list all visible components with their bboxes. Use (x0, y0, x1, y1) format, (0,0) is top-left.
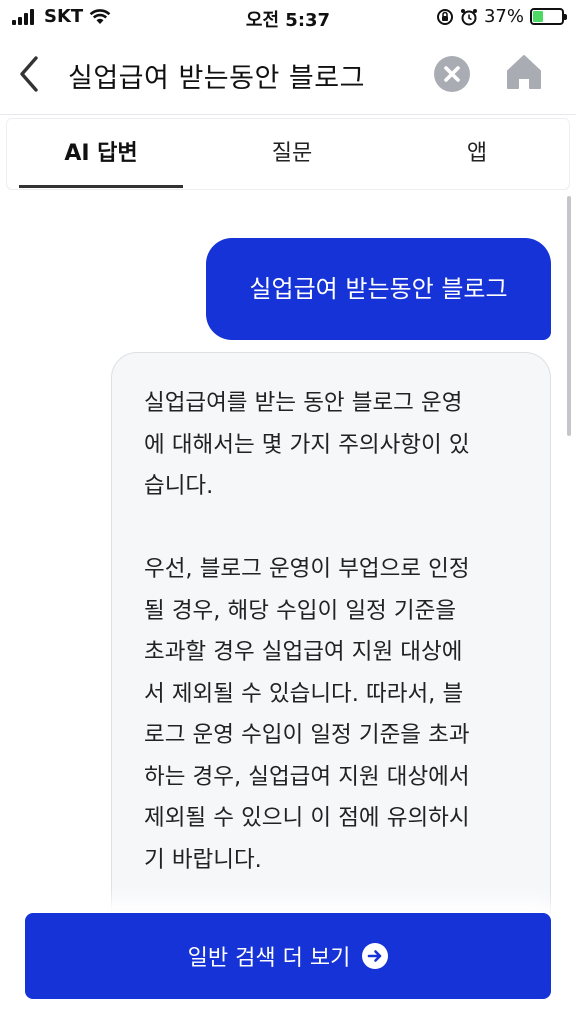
more-search-button[interactable]: 일반 검색 더 보기 (25, 913, 551, 999)
back-button[interactable] (14, 52, 46, 96)
tab-ai-answer[interactable]: AI 답변 (19, 119, 183, 189)
tab-apps[interactable]: 앱 (407, 119, 547, 189)
chevron-left-icon (20, 56, 38, 92)
close-circle-icon (444, 66, 460, 82)
active-tab-indicator (19, 185, 183, 188)
search-header: 실업급여 받는동안 블로그 (0, 34, 576, 114)
header-divider (0, 114, 576, 115)
result-tabs: AI 답변 질문 앱 (6, 118, 570, 190)
user-message-bubble: 실업급여 받는동안 블로그 (206, 238, 551, 340)
clear-button[interactable] (434, 56, 470, 92)
alarm-icon (460, 8, 477, 25)
status-bar: SKT 오전 5:37 37% (0, 0, 576, 34)
search-query[interactable]: 실업급여 받는동안 블로그 (68, 56, 365, 95)
battery-percent: 37% (483, 6, 524, 27)
battery-fill (533, 11, 544, 22)
battery-icon (530, 8, 567, 25)
status-right: 37% (436, 6, 567, 27)
home-button[interactable] (504, 52, 544, 92)
home-icon (507, 55, 541, 89)
arrow-right-circle-icon (362, 943, 389, 969)
ai-answer-card: 실업급여를 받는 동안 블로그 운영 에 대해서는 몇 가지 주의사항이 있 습… (111, 352, 551, 952)
orientation-lock-icon (436, 8, 453, 25)
ai-answer-text: 실업급여를 받는 동안 블로그 운영 에 대해서는 몇 가지 주의사항이 있 습… (144, 390, 470, 873)
more-search-label: 일반 검색 더 보기 (187, 946, 351, 971)
tab-questions[interactable]: 질문 (217, 119, 367, 189)
scrollbar[interactable] (567, 196, 571, 436)
